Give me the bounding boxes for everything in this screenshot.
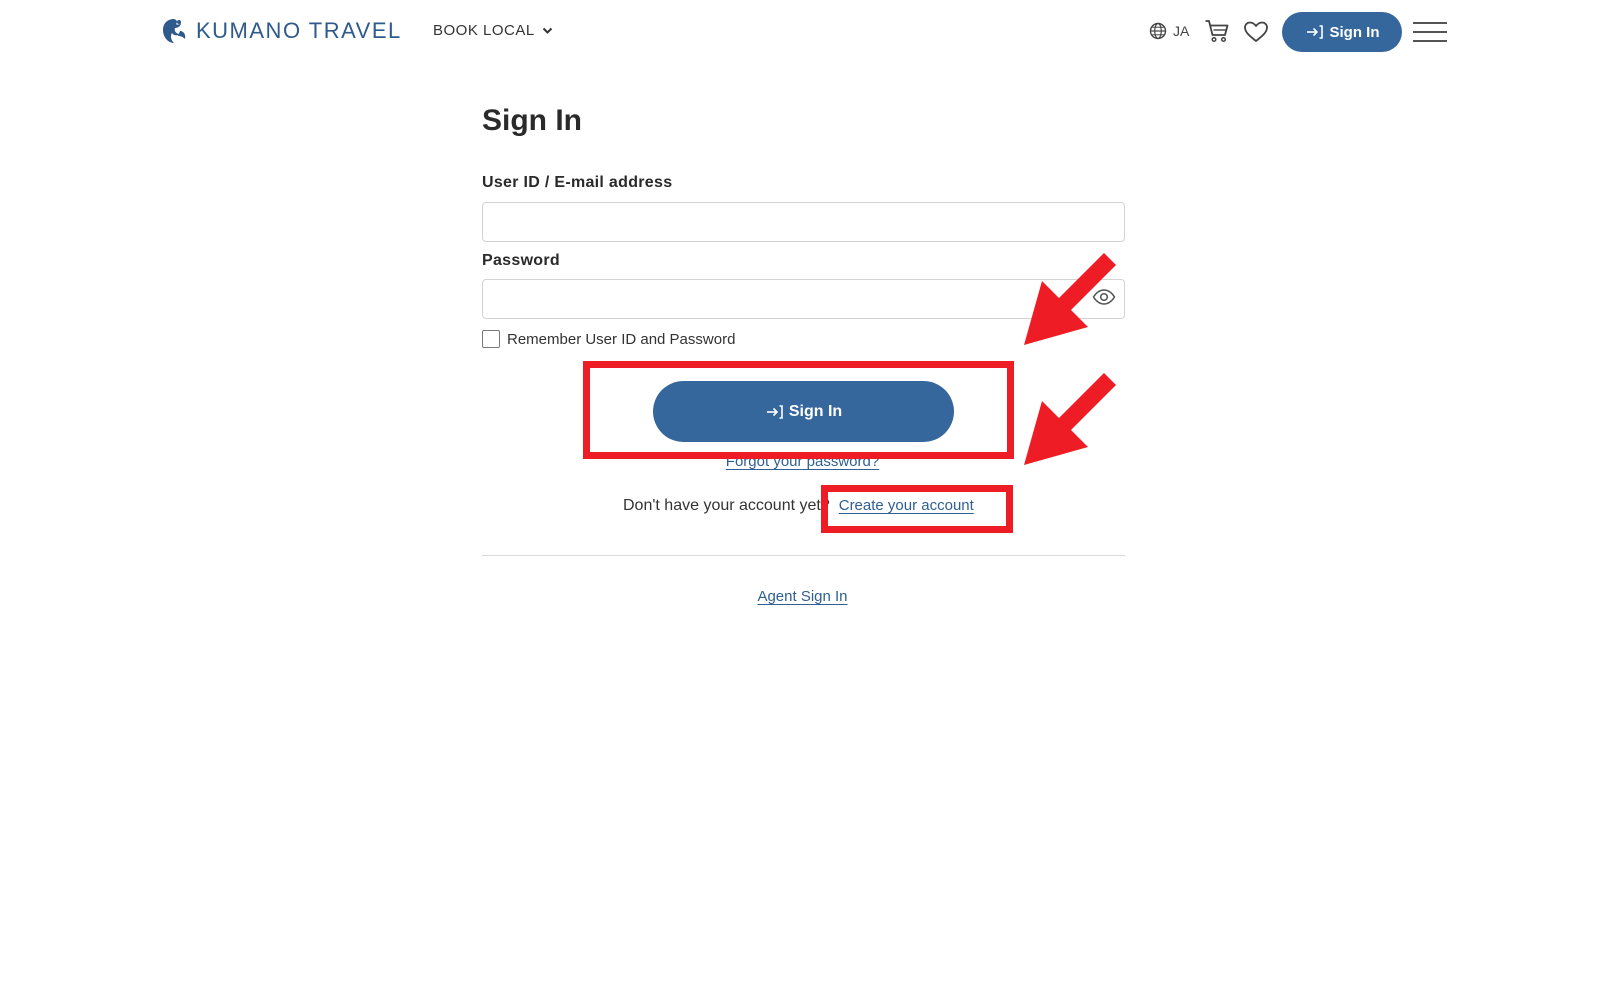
book-local-label: BOOK LOCAL xyxy=(433,22,535,39)
divider xyxy=(482,555,1125,556)
password-label: Password xyxy=(482,252,560,269)
agent-sign-in-link[interactable]: Agent Sign In xyxy=(757,588,847,605)
book-local-menu[interactable]: BOOK LOCAL xyxy=(433,22,553,39)
user-id-input[interactable] xyxy=(482,202,1125,242)
language-code: JA xyxy=(1173,23,1190,39)
site-header: KUMANO TRAVEL BOOK LOCAL JA Sign In xyxy=(0,0,1600,64)
sign-in-arrow-icon xyxy=(1306,25,1323,39)
annotation-arrow-icon xyxy=(1024,373,1117,465)
crane-logo-icon xyxy=(163,19,186,43)
remember-me-checkbox[interactable] xyxy=(482,330,500,348)
annotation-box-sign-in xyxy=(583,361,1014,459)
language-selector[interactable]: JA xyxy=(1149,22,1189,40)
remember-me-option[interactable]: Remember User ID and Password xyxy=(482,330,735,348)
header-sign-in-button[interactable]: Sign In xyxy=(1282,12,1402,52)
brand-name: KUMANO TRAVEL xyxy=(196,18,402,43)
chevron-down-icon xyxy=(542,27,552,34)
header-sign-in-label: Sign In xyxy=(1329,23,1380,41)
agent-sign-in-row: Agent Sign In xyxy=(0,588,1600,605)
globe-icon xyxy=(1149,22,1167,40)
no-account-text: Don't have your account yet? xyxy=(623,497,830,514)
page-title: Sign In xyxy=(482,104,582,137)
hamburger-menu-icon[interactable] xyxy=(1413,21,1447,43)
cart-icon[interactable] xyxy=(1204,18,1230,44)
annotation-arrow-icon xyxy=(1024,253,1117,345)
annotation-box-create-account xyxy=(821,485,1013,533)
remember-me-label: Remember User ID and Password xyxy=(507,330,736,348)
site-logo[interactable]: KUMANO TRAVEL xyxy=(160,16,402,46)
heart-icon[interactable] xyxy=(1243,20,1269,44)
user-id-label: User ID / E-mail address xyxy=(482,174,673,191)
